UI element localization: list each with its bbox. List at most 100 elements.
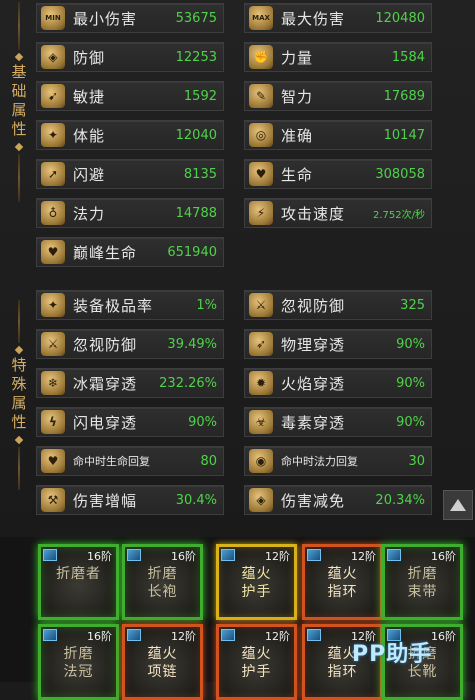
stat-row[interactable]: ✦ 体能 12040 [36,120,224,150]
stat-value: 1584 [391,49,425,65]
stat-label: 装备极品率 [73,296,154,315]
stat-label: 冰霜穿透 [73,374,138,393]
item-name: 折磨 长袍 [125,565,200,601]
stat-value: 120480 [375,10,425,26]
stat-value: 90% [396,414,425,430]
stat-value: 10147 [383,127,425,143]
stat-value: 1% [196,297,217,313]
stat-label: 生命 [281,165,314,184]
stat-row[interactable]: ➶ 物理穿透 90% [244,329,432,359]
target-icon: ◎ [249,123,273,147]
item-name-line1: 折磨 [407,566,438,582]
watermark-logo: PP助手 [352,642,433,667]
scroll-icon: ✎ [249,84,273,108]
item-name-line1: 蕴火 [241,566,272,582]
item-level: 12阶 [265,630,290,643]
attack-speed-icon: ⚡ [249,201,273,225]
item-name-line1: 蕴火 [147,646,178,662]
item-level: 16阶 [87,630,112,643]
stat-label: 命中时法力回复 [281,455,358,468]
item-level: 16阶 [431,630,456,643]
item-name-line1: 折磨 [63,646,94,662]
stat-label: 物理穿透 [281,335,346,354]
item-type-icon [127,549,141,561]
equipment-slot[interactable]: 16阶 折磨 法冠 [38,624,119,700]
stat-row[interactable]: ✦ 装备极品率 1% [36,290,224,320]
equipment-slot[interactable]: 16阶折磨束带 [382,544,463,620]
fire-pierce-icon: ✹ [249,371,273,395]
stat-row[interactable]: ➹ 敏捷 1592 [36,81,224,111]
item-name: 折磨 束带 [385,565,460,601]
item-level: 16阶 [431,550,456,563]
stat-row[interactable]: ✊ 力量 1584 [244,42,432,72]
stat-row[interactable]: ◎ 准确 10147 [244,120,432,150]
stat-row[interactable]: ◈ 防御 12253 [36,42,224,72]
equipment-slot[interactable]: 12阶蕴火 护手 [216,624,297,700]
up-arrow-icon [450,499,466,511]
item-type-icon [307,549,321,561]
stat-value: 12040 [175,127,217,143]
stat-row[interactable]: ⚡ 攻击速度 2.752次/秒 [244,198,432,228]
item-level: 12阶 [171,630,196,643]
stat-row[interactable]: ◈ 伤害减免 20.34% [244,485,432,515]
mana-on-hit-icon: ◉ [249,449,273,473]
stat-row[interactable]: ❄ 冰霜穿透 232.26% [36,368,224,398]
stat-row[interactable]: ϟ 闪电穿透 90% [36,407,224,437]
stat-row[interactable]: ⚒ 伤害增幅 30.4% [36,485,224,515]
stat-row[interactable]: MAX 最大伤害 120480 [244,3,432,33]
stat-value: 14788 [175,205,217,221]
ignore-defense-icon: ⚔ [249,293,273,317]
collapse-button[interactable] [443,490,473,520]
stat-row[interactable]: ✹ 火焰穿透 90% [244,368,432,398]
min-damage-icon: MIN [41,6,65,30]
rare-rate-icon: ✦ [41,293,65,317]
stat-value: 2.752次/秒 [373,209,425,221]
equipment-slot[interactable]: 12阶 蕴火 指环 [302,544,383,620]
basic-attributes-label: 基础属性 [6,2,32,202]
character-stats-screen: 基础属性 特殊属性 装备 MIN最小伤害53675MAX最大伤害120480◈防… [0,0,475,700]
equipment-slot[interactable]: 16阶 折磨者 [38,544,119,620]
stat-row[interactable]: ✎ 智力 17689 [244,81,432,111]
item-name-line2: 项链 [147,664,178,680]
stat-label: 防御 [73,48,106,67]
item-type-icon [307,629,321,641]
physical-pierce-icon: ➶ [249,332,273,356]
peak-life-icon: ♥ [41,240,65,264]
stat-label: 闪避 [73,165,106,184]
stat-row[interactable]: MIN 最小伤害 53675 [36,3,224,33]
item-name-line2: 束带 [407,584,438,600]
frost-pierce-icon: ❄ [41,371,65,395]
stat-row[interactable]: ♁ 法力 14788 [36,198,224,228]
stat-value: 20.34% [375,492,425,508]
item-type-icon [221,549,235,561]
stat-value: 80 [200,453,217,469]
item-name: 蕴火 护手 [219,565,294,601]
equipment-slot[interactable]: 12阶蕴火项链 [122,624,203,700]
max-damage-icon: MAX [249,6,273,30]
stat-label: 巅峰生命 [73,243,138,262]
stat-row[interactable]: ♥ 命中时生命回复 80 [36,446,224,476]
stat-value: 90% [396,336,425,352]
stat-row[interactable]: ◉ 命中时法力回复 30 [244,446,432,476]
item-name: 蕴火 护手 [219,645,294,681]
damage-reduction-icon: ◈ [249,488,273,512]
stat-row[interactable]: ♥ 巅峰生命 651940 [36,237,224,267]
equipment-slot[interactable]: 12阶蕴火 护手 [216,544,297,620]
stat-row[interactable]: ⚔ 忽视防御 325 [244,290,432,320]
item-type-icon [43,549,57,561]
stat-label: 伤害增幅 [73,491,138,510]
item-level: 12阶 [265,550,290,563]
stat-value: 651940 [167,244,217,260]
stat-row[interactable]: ⚔ 忽视防御 39.49% [36,329,224,359]
stat-row[interactable]: ☣ 毒素穿透 90% [244,407,432,437]
item-name-line1: 折磨 [147,566,178,582]
stat-row[interactable]: ➚ 闪避 8135 [36,159,224,189]
stat-row[interactable]: ♥ 生命 308058 [244,159,432,189]
item-name: 蕴火 指环 [305,565,380,601]
item-type-icon [43,629,57,641]
stat-value: 30 [408,453,425,469]
equipment-slot[interactable]: 16阶 折磨 长袍 [122,544,203,620]
stat-label: 攻击速度 [281,204,346,223]
stat-value: 53675 [175,10,217,26]
item-type-icon [127,629,141,641]
